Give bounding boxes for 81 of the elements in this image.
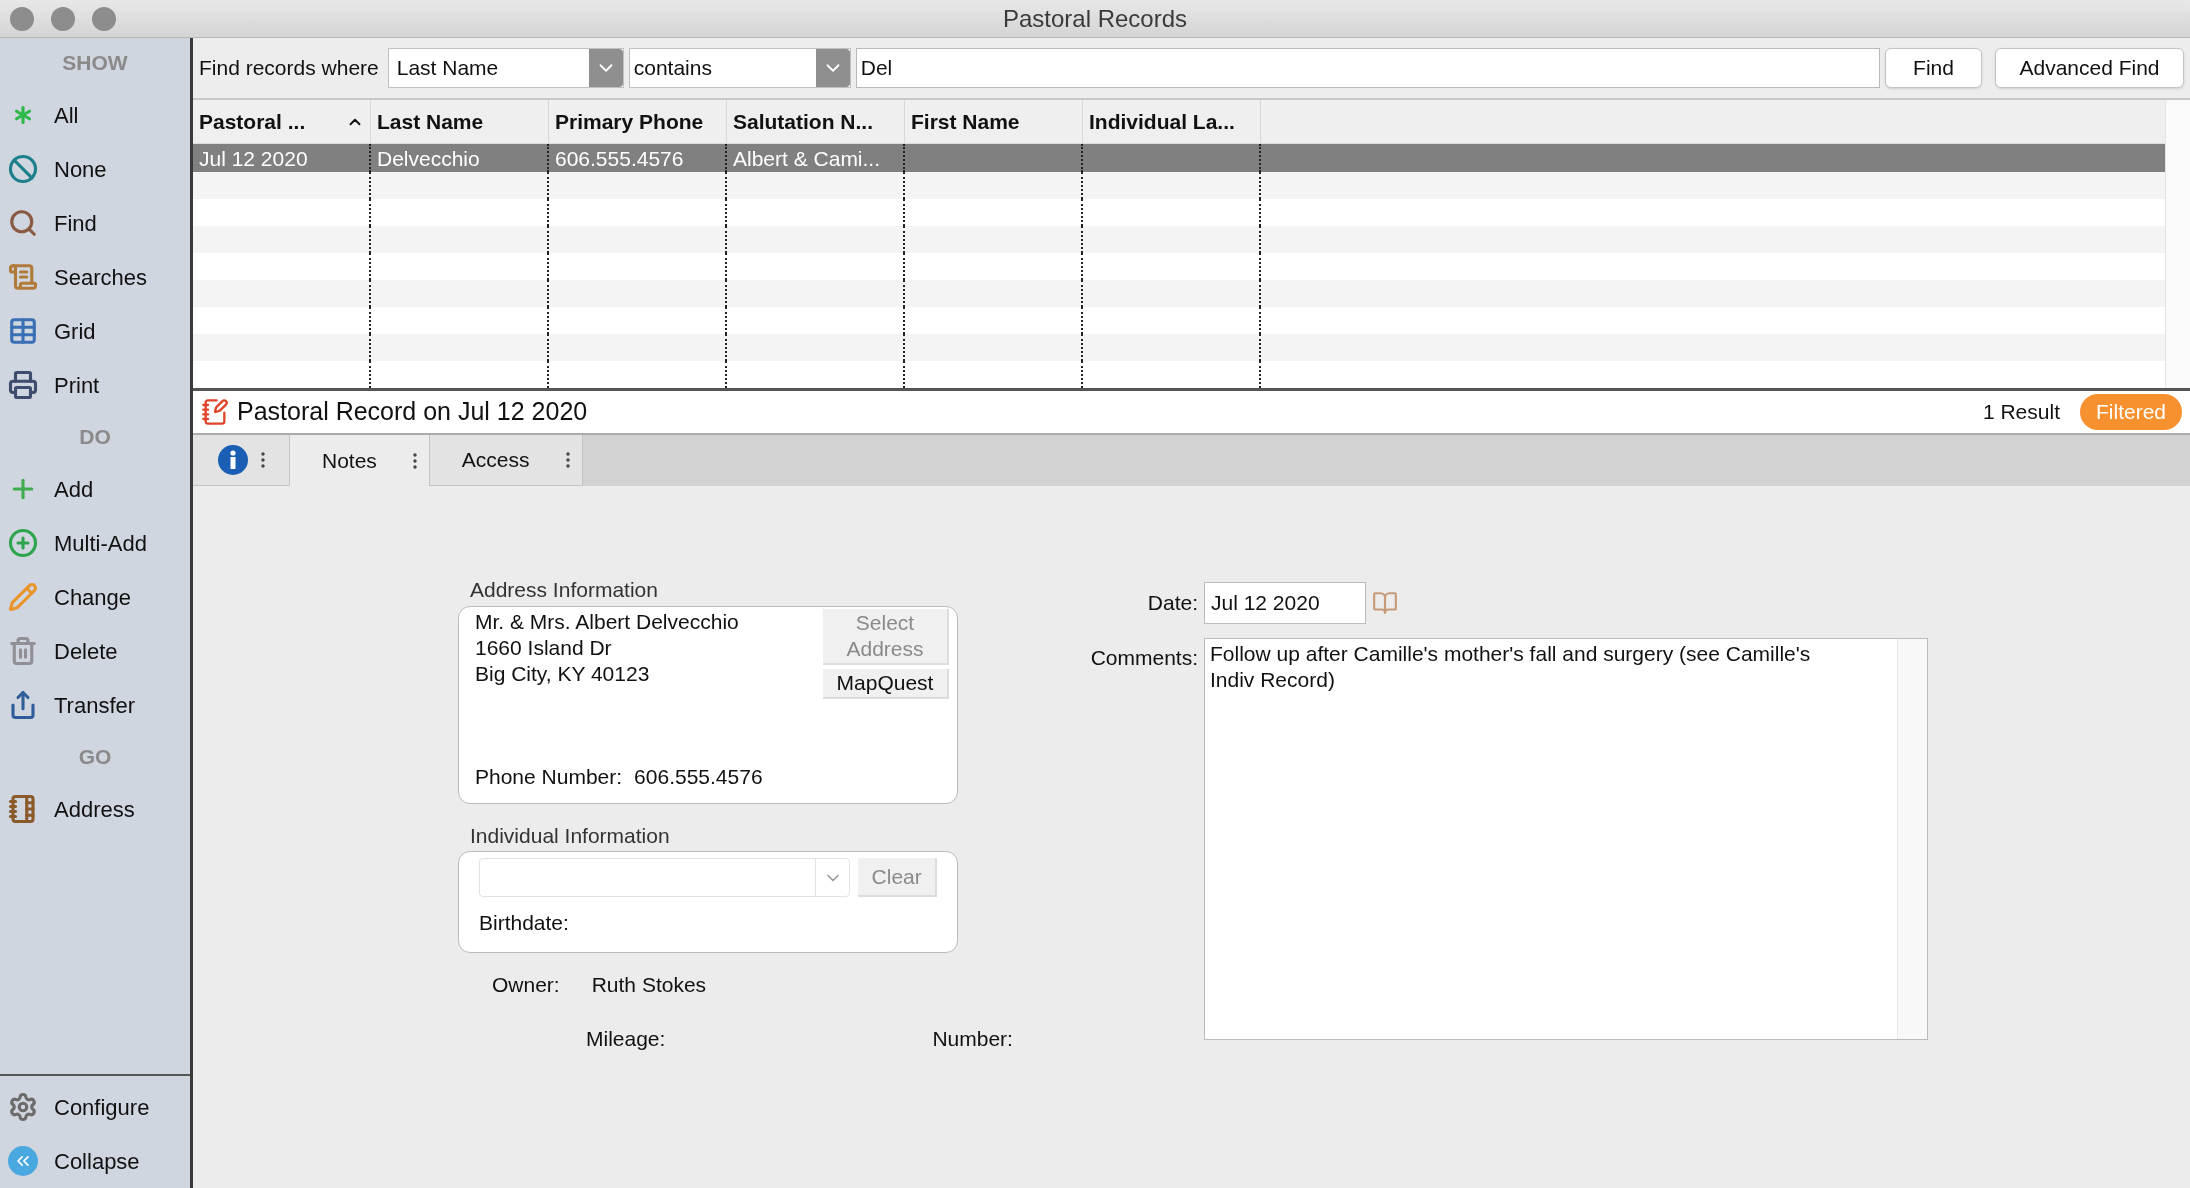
- find-button[interactable]: Advanced Find: [1995, 48, 2184, 88]
- address-line: 1660 Island Dr: [475, 634, 613, 661]
- window-minimize-button[interactable]: [51, 6, 75, 31]
- sidebar-item[interactable]: Address: [0, 782, 190, 836]
- sidebar-item[interactable]: Multi-Add: [0, 516, 190, 570]
- collapse-icon: [8, 1146, 38, 1176]
- birthdate-label: Birthdate:: [479, 910, 570, 936]
- operator-dropdown[interactable]: contains: [628, 48, 851, 88]
- result-count: 1 Result: [1982, 399, 2060, 426]
- more-icon: [565, 452, 570, 468]
- share-icon: [8, 690, 38, 720]
- tab[interactable]: Access: [429, 435, 583, 486]
- table-cell-text: 606.555.4576: [555, 145, 684, 172]
- section-heading: GO: [78, 744, 112, 771]
- book-icon[interactable]: [1372, 590, 1398, 616]
- phone-label: Phone Number:: [475, 764, 623, 790]
- number-label: Number:: [932, 1025, 1013, 1052]
- table-cell-text: Jul 12 2020: [199, 145, 308, 172]
- trash-icon: [8, 636, 38, 666]
- more-icon: [261, 452, 265, 468]
- mileage-label: Mileage:: [586, 1025, 666, 1052]
- sidebar-item[interactable]: Grid: [0, 304, 190, 358]
- date-label: Date:: [1146, 590, 1198, 617]
- sidebar-item[interactable]: Transfer: [0, 678, 190, 732]
- owner-label: Owner:: [492, 972, 560, 998]
- find-button[interactable]: Find: [1885, 48, 1982, 88]
- table-cell-text: Albert & Cami...: [733, 145, 881, 172]
- sidebar-item[interactable]: Configure: [0, 1080, 190, 1134]
- window-title: Pastoral Records: [1002, 3, 1188, 34]
- comments-field[interactable]: Follow up after Camille's mother's fall and surgery (see Camille's Indiv Record): [1204, 638, 1928, 1040]
- window-close-button[interactable]: [10, 6, 34, 31]
- table-cell-text: Delvecchio: [377, 145, 480, 172]
- section-label: Individual Information: [469, 822, 671, 849]
- field-dropdown[interactable]: Last Name: [387, 48, 624, 88]
- address-line: Big City, KY 40123: [475, 660, 651, 687]
- more-icon: [412, 452, 417, 469]
- owner-value: Ruth Stokes: [591, 972, 707, 998]
- notebook-icon: [201, 398, 229, 426]
- phone-value: 606.555.4576: [634, 764, 763, 790]
- section-heading: SHOW: [62, 50, 128, 77]
- sidebar-item[interactable]: All: [0, 88, 190, 142]
- search-field[interactable]: Del: [855, 48, 1880, 88]
- address-line: Mr. & Mrs. Albert Delvecchio: [475, 608, 740, 635]
- column-header[interactable]: Last Name: [371, 100, 549, 144]
- chevron-down-icon: [588, 49, 623, 87]
- notebook-icon: [8, 794, 38, 824]
- column-header[interactable]: Primary Phone: [549, 100, 727, 144]
- column-header[interactable]: Pastoral ...: [193, 100, 371, 144]
- table-row[interactable]: Jul 12 2020 Delvecchio 606.555.4576 Albert & Cami...: [193, 144, 2165, 173]
- window-zoom-button[interactable]: [92, 6, 116, 31]
- scroll-icon: [8, 262, 38, 292]
- settings-icon: [8, 1092, 38, 1122]
- sidebar-item[interactable]: None: [0, 142, 190, 196]
- chevron-down-icon: [815, 49, 850, 87]
- tab[interactable]: Notes: [290, 435, 430, 486]
- sidebar-item[interactable]: Print: [0, 358, 190, 412]
- sidebar-item[interactable]: Change: [0, 570, 190, 624]
- sidebar-item[interactable]: Searches: [0, 250, 190, 304]
- printer-icon: [8, 370, 38, 400]
- grid-icon: [8, 316, 38, 346]
- sidebar-item[interactable]: Add: [0, 462, 190, 516]
- column-header[interactable]: Individual La...: [1083, 100, 1261, 144]
- info-icon: [217, 444, 249, 476]
- tab[interactable]: [193, 435, 290, 486]
- column-header[interactable]: First Name: [905, 100, 1083, 144]
- pencil-icon: [8, 582, 38, 612]
- sidebar-item[interactable]: Delete: [0, 624, 190, 678]
- no-entry-icon: [8, 154, 38, 184]
- date-field[interactable]: Jul 12 2020: [1204, 582, 1366, 624]
- circle-plus-icon: [8, 528, 38, 558]
- sidebar-item[interactable]: Find: [0, 196, 190, 250]
- sidebar-item[interactable]: Collapse: [0, 1134, 190, 1188]
- search-label: Find records where: [199, 55, 379, 82]
- record-title: Pastoral Record on Jul 12 2020: [237, 396, 589, 428]
- address-button[interactable]: MapQuest: [823, 668, 949, 699]
- column-header[interactable]: Salutation N...: [727, 100, 905, 144]
- comments-label: Comments:: [1089, 645, 1198, 671]
- section-label: Address Information: [469, 577, 659, 603]
- search-icon: [8, 208, 38, 238]
- filtered-badge: Filtered: [2079, 394, 2182, 430]
- section-heading: DO: [79, 424, 111, 451]
